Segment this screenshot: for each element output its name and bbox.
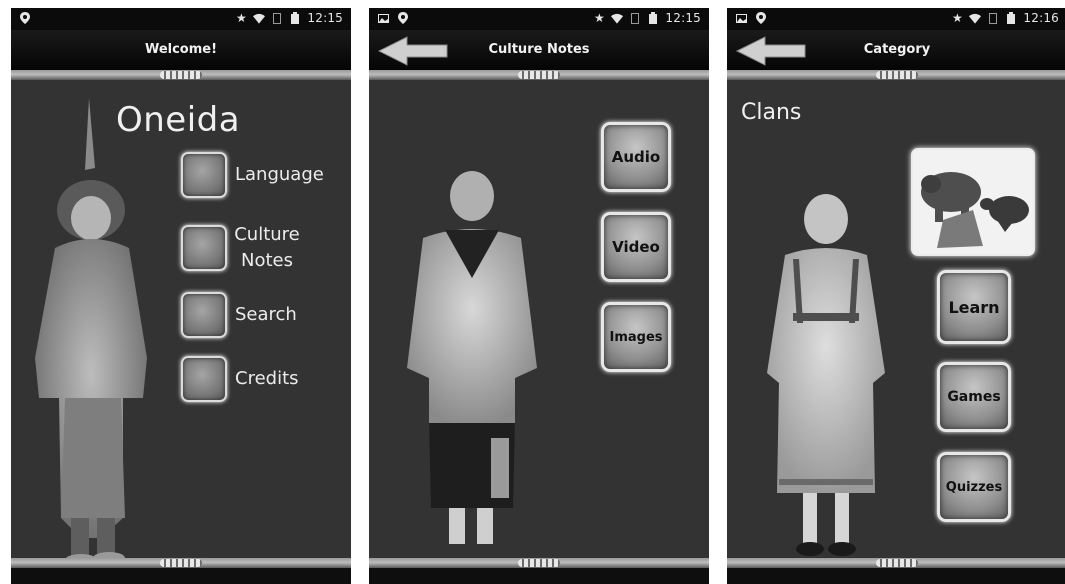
person-image [407, 171, 537, 544]
category-title: Clans [741, 100, 802, 125]
culture-notes-label-line2: Notes [241, 250, 293, 271]
bottom-divider [727, 558, 1065, 568]
top-divider [727, 70, 1065, 80]
page-title: Culture Notes [488, 42, 590, 57]
bottom-bar [369, 568, 709, 584]
sim-icon [271, 11, 283, 25]
title-bar: Welcome! [11, 30, 351, 70]
category-screen: ★ 12:16 Category Clans Learn Games Quizz… [727, 8, 1065, 584]
menu-item-culture-notes[interactable]: Culture Notes [181, 222, 307, 274]
status-time: 12:15 [307, 11, 343, 25]
learn-button[interactable]: Learn [937, 270, 1011, 344]
culture-notes-label: Culture Notes [227, 222, 307, 274]
star-icon: ★ [236, 11, 247, 25]
menu-item-language[interactable]: Language [181, 152, 324, 198]
app-title: Oneida [116, 100, 241, 140]
menu-item-search[interactable]: Search [181, 292, 297, 338]
title-bar: Category [727, 30, 1065, 70]
culture-notes-label-line1: Culture [234, 224, 300, 245]
bottom-divider [11, 558, 351, 568]
search-label: Search [235, 304, 297, 325]
games-button[interactable]: Games [937, 362, 1011, 432]
status-time: 12:15 [665, 11, 701, 25]
battery-icon [647, 11, 659, 25]
person-image [35, 98, 147, 566]
video-button[interactable]: Video [601, 212, 671, 282]
person-image [767, 194, 885, 556]
sim-icon [629, 11, 641, 25]
star-icon: ★ [594, 11, 605, 25]
location-pin-icon [397, 11, 409, 25]
top-divider [369, 70, 709, 80]
status-bar: ★ 12:15 [11, 8, 351, 30]
bottom-divider [369, 558, 709, 568]
star-icon: ★ [952, 11, 963, 25]
bottom-bar [11, 568, 351, 584]
status-bar: ★ 12:16 [727, 8, 1065, 30]
status-bar: ★ 12:15 [369, 8, 709, 30]
menu-item-credits[interactable]: Credits [181, 356, 299, 402]
title-bar: Culture Notes [369, 30, 709, 70]
top-divider [11, 70, 351, 80]
search-button[interactable] [181, 292, 227, 338]
language-label: Language [235, 164, 324, 185]
quizzes-button[interactable]: Quizzes [937, 452, 1011, 522]
welcome-screen: ★ 12:15 Welcome! Oneida Language Culture… [11, 8, 351, 584]
status-time: 12:16 [1023, 11, 1059, 25]
bottom-bar [727, 568, 1065, 584]
clan-animals-image [911, 148, 1035, 256]
wifi-icon [253, 11, 266, 25]
location-pin-icon [19, 11, 31, 25]
language-button[interactable] [181, 152, 227, 198]
page-title: Category [863, 42, 931, 57]
page-title: Welcome! [144, 42, 218, 57]
image-icon [377, 11, 389, 25]
location-pin-icon [755, 11, 767, 25]
wifi-icon [611, 11, 624, 25]
credits-button[interactable] [181, 356, 227, 402]
image-icon [735, 11, 747, 25]
battery-icon [1005, 11, 1017, 25]
battery-icon [289, 11, 301, 25]
culture-notes-button[interactable] [181, 225, 227, 271]
images-button[interactable]: Images [601, 302, 671, 372]
culture-notes-screen: ★ 12:15 Culture Notes Audio Video Images [369, 8, 709, 584]
credits-label: Credits [235, 368, 299, 389]
wifi-icon [969, 11, 982, 25]
sim-icon [987, 11, 999, 25]
audio-button[interactable]: Audio [601, 122, 671, 192]
